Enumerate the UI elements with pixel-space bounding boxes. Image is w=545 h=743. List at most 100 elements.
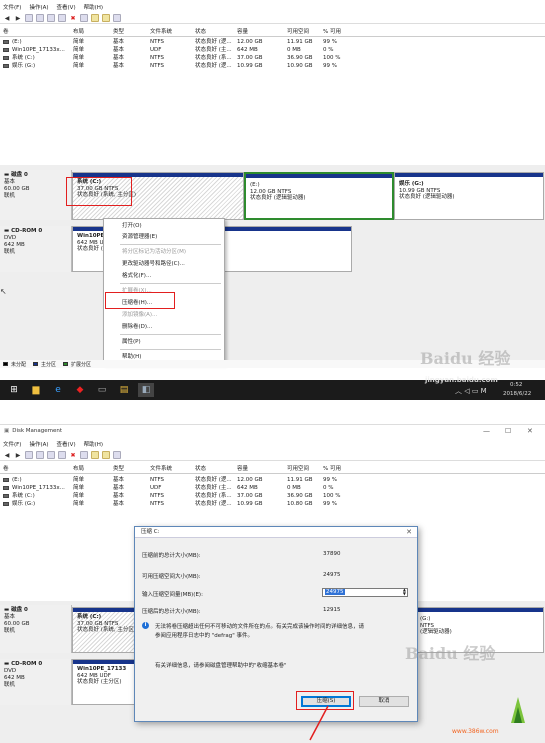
menu-add-mirror[interactable]: 添加镜像(A)...	[122, 312, 157, 319]
disk0-type: 基本	[4, 179, 16, 185]
table-row[interactable]: (E:) 简单 基本 NTFS 状态良好 (逻... 12.00 GB 11.9…	[0, 477, 545, 484]
menu-properties[interactable]: 属性(P)	[122, 339, 141, 346]
disk0-label[interactable]: ▬ 磁盘 0 基本 60.00 GB 联机	[0, 170, 72, 220]
dialog-close-icon[interactable]: ✕	[406, 527, 412, 538]
console-tree-icon[interactable]	[25, 451, 33, 459]
volume-e-block[interactable]: (E:) 12.00 GB NTFS 状态良好 (逻辑驱动器)	[244, 172, 394, 220]
volume-pct: 99 %	[323, 39, 337, 45]
list-view-icon[interactable]	[58, 14, 66, 22]
open-icon[interactable]	[91, 451, 99, 459]
col-volume[interactable]: 卷	[3, 29, 9, 36]
check-icon[interactable]	[80, 14, 88, 22]
forward-arrow-icon[interactable]: ▶	[14, 14, 22, 22]
help-icon[interactable]	[47, 14, 55, 22]
refresh-icon[interactable]	[113, 451, 121, 459]
menu-view[interactable]: 查看(V)	[57, 3, 76, 11]
menu-open[interactable]: 打开(O)	[122, 223, 142, 230]
clock-date[interactable]: 2018/6/22	[503, 391, 531, 397]
volume-fs: NTFS	[150, 55, 165, 61]
console-tree-icon[interactable]	[25, 14, 33, 22]
menu-separator	[120, 244, 221, 245]
table-row[interactable]: Win10PE_17133x... 简单 基本 UDF 状态良好 (主... 6…	[0, 47, 545, 54]
menu-file[interactable]: 文件(F)	[3, 440, 21, 448]
menu-help[interactable]: 帮助(H)	[84, 440, 103, 448]
col-capacity[interactable]: 容量	[237, 29, 248, 36]
clock-time[interactable]: 0:52	[510, 382, 522, 388]
back-arrow-icon[interactable]: ◀	[3, 451, 11, 459]
volume-name: 系统 (C:)	[12, 55, 35, 61]
volume-pct: 100 %	[323, 493, 341, 499]
help-icon[interactable]	[47, 451, 55, 459]
col-type[interactable]: 类型	[113, 29, 124, 36]
menu-action[interactable]: 操作(A)	[29, 440, 48, 448]
col-free[interactable]: 可用空间	[287, 29, 309, 36]
col-volume[interactable]: 卷	[3, 466, 9, 473]
volume-g-block[interactable]: 娱乐 (G:) 10.99 GB NTFS 状态良好 (逻辑驱动器)	[394, 172, 544, 220]
field-value-available: 24975	[323, 572, 341, 578]
volume-pct: 99 %	[323, 477, 337, 483]
folder-icon[interactable]: ▤	[116, 383, 132, 397]
list-view-icon[interactable]	[58, 451, 66, 459]
col-pct-free[interactable]: % 可用	[323, 29, 341, 36]
menu-help[interactable]: 帮助(H)	[84, 3, 103, 11]
properties-icon[interactable]	[36, 451, 44, 459]
refresh-icon[interactable]	[113, 14, 121, 22]
forward-arrow-icon[interactable]: ▶	[14, 451, 22, 459]
disk0-label[interactable]: ▬ 磁盘 0 基本 60.00 GB 联机	[0, 605, 72, 653]
file-explorer-icon[interactable]: ▆	[28, 383, 44, 397]
col-status[interactable]: 状态	[195, 29, 206, 36]
back-arrow-icon[interactable]: ◀	[3, 14, 11, 22]
menu-change-drive-letter[interactable]: 更改驱动器号和路径(C)...	[122, 261, 185, 268]
volume-layout: 简单	[73, 477, 85, 483]
cdrom-label[interactable]: ▬ CD-ROM 0 DVD 642 MB 联机	[0, 226, 72, 272]
cancel-button[interactable]: 取消	[359, 696, 409, 707]
open-icon[interactable]	[91, 14, 99, 22]
table-row[interactable]: 系统 (C:) 简单 基本 NTFS 状态良好 (系... 37.00 GB 3…	[0, 55, 545, 62]
col-type[interactable]: 类型	[113, 466, 124, 473]
menu-format[interactable]: 格式化(F)...	[122, 273, 151, 280]
menu-file[interactable]: 文件(F)	[3, 3, 21, 11]
menu-mark-active[interactable]: 将分区标记为活动分区(M)	[122, 249, 186, 256]
menu-action[interactable]: 操作(A)	[29, 3, 48, 11]
cdrom-label[interactable]: ▬ CD-ROM 0 DVD 642 MB 联机	[0, 659, 72, 705]
menu-view[interactable]: 查看(V)	[57, 440, 76, 448]
col-filesystem[interactable]: 文件系统	[150, 29, 172, 36]
close-icon[interactable]: ✕	[527, 427, 533, 435]
col-status[interactable]: 状态	[195, 466, 206, 473]
delete-x-icon[interactable]: ✖	[69, 451, 77, 459]
search-icon[interactable]	[102, 14, 110, 22]
properties-icon[interactable]	[36, 14, 44, 22]
table-row[interactable]: (E:) 简单 基本 NTFS 状态良好 (逻... 12.00 GB 11.9…	[0, 39, 545, 46]
table-row[interactable]: Win10PE_17133x... 简单 基本 UDF 状态良好 (主... 6…	[0, 485, 545, 492]
red-app-icon[interactable]: ◆	[72, 383, 88, 397]
volume-layout: 简单	[73, 55, 85, 61]
tray-icons[interactable]: ︿ ◁ ▭ M	[455, 386, 487, 396]
maximize-icon[interactable]: ☐	[505, 427, 511, 435]
windows-start-icon[interactable]: ⊞	[6, 383, 22, 397]
table-row[interactable]: 系统 (C:) 简单 基本 NTFS 状态良好 (系... 37.00 GB 3…	[0, 493, 545, 500]
col-filesystem[interactable]: 文件系统	[150, 466, 172, 473]
disk-management-icon[interactable]: ◧	[138, 383, 154, 397]
ie-browser-icon[interactable]: e	[50, 383, 66, 397]
spinner-icon[interactable]: ▲ ▼	[403, 588, 406, 596]
col-capacity[interactable]: 容量	[237, 466, 248, 473]
table-row[interactable]: 娱乐 (G:) 简单 基本 NTFS 状态良好 (逻... 10.99 GB 1…	[0, 63, 545, 70]
baidu-watermark-url: jingyan.baidu.com	[425, 376, 498, 384]
col-layout[interactable]: 布局	[73, 29, 84, 36]
volume-layout: 简单	[73, 501, 85, 507]
shrink-amount-input[interactable]: 24975 ▲ ▼	[322, 588, 408, 597]
menu-delete-volume[interactable]: 删除卷(D)...	[122, 324, 152, 331]
volume-type: 基本	[113, 501, 125, 507]
col-layout[interactable]: 布局	[73, 466, 84, 473]
col-pct-free[interactable]: % 可用	[323, 466, 341, 473]
col-free[interactable]: 可用空间	[287, 466, 309, 473]
disk0-state: 联机	[4, 193, 16, 199]
delete-x-icon[interactable]: ✖	[69, 14, 77, 22]
check-icon[interactable]	[80, 451, 88, 459]
menu-explorer[interactable]: 资源管理器(E)	[122, 234, 157, 241]
volume-type: 基本	[113, 477, 125, 483]
table-row[interactable]: 娱乐 (G:) 简单 基本 NTFS 状态良好 (逻... 10.99 GB 1…	[0, 501, 545, 508]
search-icon[interactable]	[102, 451, 110, 459]
minimize-icon[interactable]: —	[483, 427, 490, 435]
cmd-icon[interactable]: ▭	[94, 383, 110, 397]
